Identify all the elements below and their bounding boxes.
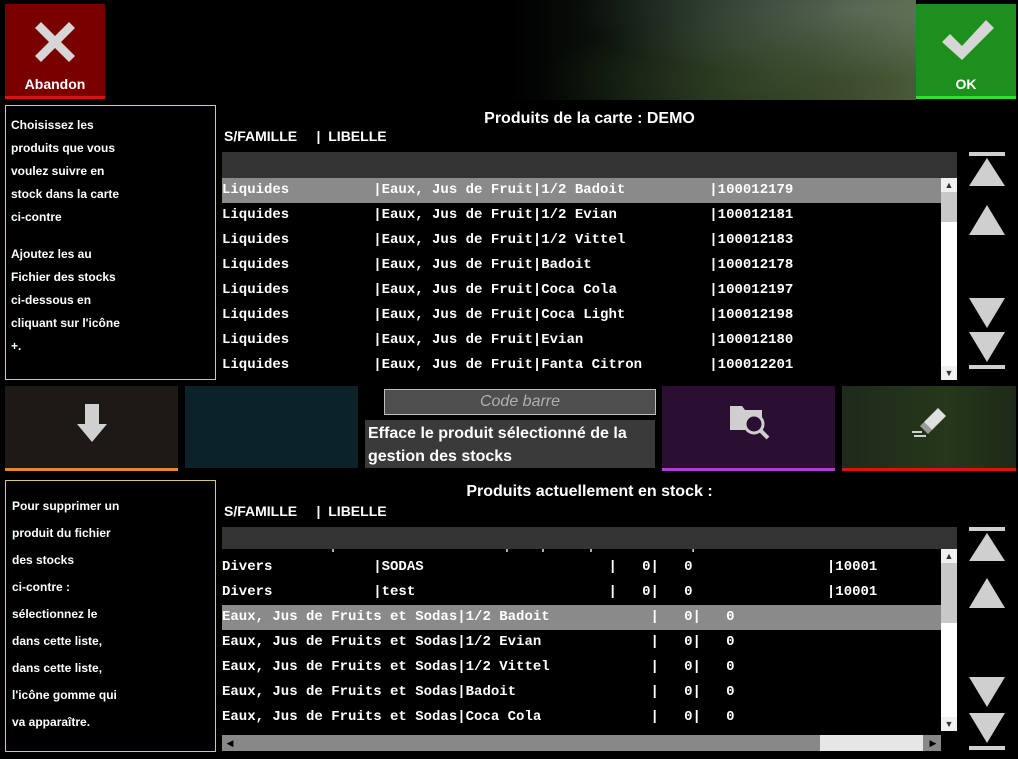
arrow-up-icon [969, 578, 1005, 608]
page-down-button[interactable] [966, 296, 1008, 328]
close-icon [35, 22, 75, 62]
add-to-stock-button[interactable] [5, 386, 178, 471]
instruction-line: voulez suivre en [11, 164, 105, 178]
check-icon [942, 20, 994, 60]
barcode-input[interactable]: Code barre [384, 389, 656, 415]
instruction-line: ci-contre [11, 210, 62, 224]
scroll-to-bottom-button[interactable] [966, 713, 1008, 751]
instruction-line: +. [11, 339, 22, 353]
arrow-down-icon [969, 298, 1005, 328]
list-item[interactable]: Liquides |Eaux, Jus de Fruit|1/2 Evian |… [222, 203, 957, 228]
list-item[interactable]: Eaux, Jus de Fruits et Sodas|1/2 Vittel … [222, 655, 957, 680]
bottom-list-hscrollbar[interactable]: ◀ ▶ [222, 735, 941, 751]
instruction-line: produits que vous [11, 141, 116, 155]
first-page-icon [969, 152, 1005, 186]
instruction-line: l'icône gomme qui [12, 688, 117, 702]
blank-action-button[interactable] [185, 386, 358, 468]
top-list-header: S/FAMILLE | LIBELLE [224, 128, 387, 144]
list-item[interactable]: Divers |SODAS | 0| 0 |10001 [222, 555, 957, 580]
top-list-scrollbar[interactable]: ▲ ▼ [941, 178, 957, 380]
erase-tooltip: Efface le produit sélectionné de la gest… [365, 420, 655, 468]
erase-button[interactable] [842, 386, 1016, 471]
top-list-title: Produits de la carte : DEMO [484, 110, 695, 127]
top-banner-image [105, 0, 916, 100]
instruction-line: sélectionnez le [12, 607, 98, 621]
list-item[interactable]: Eaux, Jus de Fruits et Sodas|1/2 Badoit … [222, 605, 957, 630]
instruction-line: Ajoutez les au [11, 247, 92, 261]
instructions-top-part2: Ajoutez les au Fichier des stocks ci-desso… [11, 243, 210, 358]
instruction-line: Choisissez les [11, 118, 94, 132]
list-item[interactable]: Liquides |Eaux, Jus de Fruit|1/2 Badoit … [222, 178, 957, 203]
page-down-button[interactable] [966, 675, 1008, 707]
eraser-icon [912, 408, 946, 437]
bottom-list-header: S/FAMILLE | LIBELLE [224, 503, 387, 519]
menu-products-list[interactable]: Liquides |Eaux, Jus de Fruit|1/2 Badoit … [222, 152, 957, 380]
list-item[interactable]: Liquides |Eaux, Jus de Fruit|1/2 Vittel … [222, 228, 957, 253]
instructions-top: Choisissez les produits que vous voulez su… [5, 105, 216, 380]
scroll-to-top-button[interactable] [966, 152, 1008, 190]
scroll-down-arrow[interactable]: ▼ [941, 717, 957, 731]
instruction-line: cliquant sur l'icône [11, 316, 120, 330]
first-page-icon [969, 527, 1005, 561]
instruction-line: produit du fichier [12, 526, 111, 540]
last-page-icon [969, 713, 1005, 750]
arrow-up-icon [969, 205, 1005, 235]
scroll-to-top-button[interactable] [966, 527, 1008, 565]
list-item[interactable]: Divers |test | 0| 0 |10001 [222, 580, 957, 605]
bottom-list-title: Produits actuellement en stock : [466, 483, 713, 500]
instructions-top-part1: Choisissez les produits que vous voulez su… [11, 114, 210, 229]
scroll-down-arrow[interactable]: ▼ [941, 366, 957, 380]
instruction-line: dans cette liste, [12, 661, 103, 675]
abandon-button[interactable]: Abandon [5, 4, 105, 99]
list-item[interactable]: Liquides |Eaux, Jus de Fruit|Evian |1000… [222, 328, 957, 353]
list-header-bar [222, 527, 957, 549]
scroll-right-arrow[interactable]: ▶ [925, 735, 941, 751]
ok-label: OK [955, 76, 977, 92]
scroll-up-arrow[interactable]: ▲ [941, 178, 957, 192]
list-item[interactable]: Liquides |Eaux, Jus de Fruit|Fanta Citro… [222, 353, 957, 378]
instruction-line: stock dans la carte [11, 187, 120, 201]
instruction-line: va apparaître. [12, 715, 91, 729]
stock-products-list[interactable]: | | | | | Divers |SODAS | 0| 0 |10001Div… [222, 527, 957, 753]
list-item[interactable]: Eaux, Jus de Fruits et Sodas|Coca Cola |… [222, 705, 957, 730]
ok-button[interactable]: OK [916, 4, 1016, 99]
instruction-line: dans cette liste, [12, 634, 103, 648]
page-up-button[interactable] [966, 205, 1008, 237]
scroll-to-bottom-button[interactable] [966, 332, 1008, 370]
hscroll-thumb[interactable] [820, 735, 923, 751]
folder-search-icon [730, 406, 770, 440]
instruction-line: Pour supprimer un [12, 499, 120, 513]
scroll-up-arrow[interactable]: ▲ [941, 549, 957, 563]
list-header-bar [222, 152, 957, 178]
list-item[interactable]: Liquides |Eaux, Jus de Fruit|Coca Light … [222, 303, 957, 328]
page-up-button[interactable] [966, 578, 1008, 610]
scroll-left-arrow[interactable]: ◀ [222, 735, 238, 751]
list-item[interactable]: Liquides |Eaux, Jus de Fruit|Coca Cola |… [222, 278, 957, 303]
arrow-down-icon [969, 677, 1005, 707]
instruction-line: des stocks [12, 553, 75, 567]
bottom-list-scrollbar[interactable]: ▲ ▼ [941, 549, 957, 731]
abandon-label: Abandon [24, 76, 86, 92]
list-item[interactable]: Eaux, Jus de Fruits et Sodas|Badoit | 0|… [222, 680, 957, 705]
instructions-bottom: Pour supprimer un produit du fichier des s… [5, 480, 216, 752]
list-item[interactable]: Liquides |Eaux, Jus de Fruit|Badoit |100… [222, 253, 957, 278]
list-item[interactable]: Eaux, Jus de Fruits et Sodas|1/2 Evian |… [222, 630, 957, 655]
instruction-line: ci-dessous en [11, 293, 92, 307]
scroll-thumb[interactable] [941, 563, 957, 623]
last-page-icon [969, 332, 1005, 369]
search-button[interactable] [662, 386, 835, 471]
arrow-down-icon [77, 404, 107, 442]
scroll-thumb[interactable] [941, 192, 957, 222]
instruction-line: ci-contre : [12, 580, 71, 594]
instruction-line: Fichier des stocks [11, 270, 116, 284]
